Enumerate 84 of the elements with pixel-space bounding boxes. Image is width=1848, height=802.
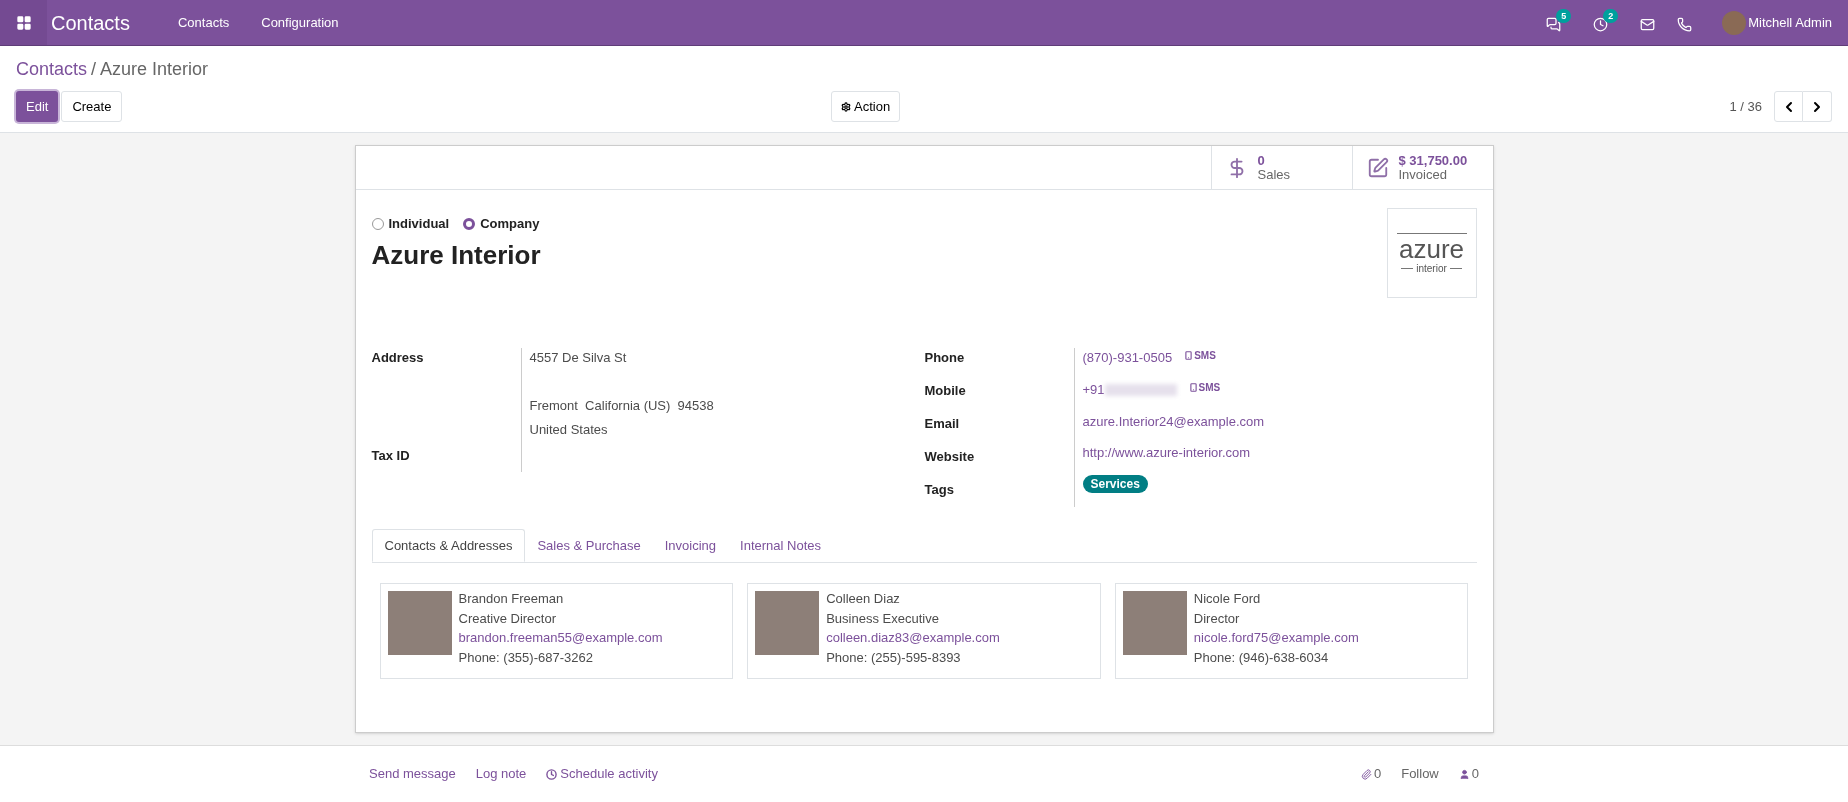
contact-email[interactable]: nicole.ford75@example.com xyxy=(1193,628,1359,648)
apps-menu-button[interactable] xyxy=(0,0,47,45)
logo-subword: interior xyxy=(1416,263,1447,274)
contact-card[interactable]: Brandon Freeman Creative Director brandon.freeman55@example.com Phone: (355)-687-3262 xyxy=(379,583,734,679)
stat-button[interactable]: 0 Sales xyxy=(1210,146,1352,189)
chatter-action-link[interactable]: Send message xyxy=(369,764,456,784)
radio-button[interactable] xyxy=(371,217,384,230)
field-label: Tags xyxy=(924,481,955,499)
count-badge: 2 xyxy=(1603,9,1619,23)
contact-title: Director xyxy=(1193,609,1241,628)
gear-icon xyxy=(841,101,851,112)
previous-button[interactable] xyxy=(1774,91,1803,122)
chat-icon[interactable] xyxy=(1546,17,1562,32)
radio-option[interactable]: Individual xyxy=(371,214,450,234)
stat-value: 0 xyxy=(1257,153,1266,168)
stat-button[interactable]: $ 31,750.00 Invoiced xyxy=(1351,146,1493,189)
record-title: Azure Interior xyxy=(371,238,542,272)
user-name[interactable]: Mitchell Admin xyxy=(1748,12,1832,33)
address-line: United States xyxy=(529,421,609,439)
sms-link[interactable]: SMS xyxy=(1188,379,1221,395)
contact-title: Business Executive xyxy=(826,609,940,628)
sms-link[interactable]: SMS xyxy=(1184,348,1216,363)
notebook-tab[interactable]: Invoicing xyxy=(652,529,729,562)
grid-icon xyxy=(15,14,32,31)
phone-icon xyxy=(1188,382,1198,392)
clock-icon xyxy=(546,768,558,780)
field-label: Tax ID xyxy=(371,447,411,465)
breadcrumb-current: Azure Interior xyxy=(100,58,209,81)
field-label: Website xyxy=(924,448,976,466)
contact-email[interactable]: brandon.freeman55@example.com xyxy=(458,628,663,648)
breadcrumb-link[interactable]: Contacts xyxy=(16,56,88,83)
field-link[interactable]: (870)-931-0505 xyxy=(1082,348,1173,368)
field-label: Address xyxy=(371,349,425,367)
contact-phone: Phone: (946)-638-6034 xyxy=(1193,648,1330,667)
contact-phone: Phone: (355)-687-3262 xyxy=(458,648,594,667)
contact-card[interactable]: Nicole Ford Director nicole.ford75@example.com Phone: (946)-638-6034 xyxy=(1114,583,1469,679)
tag-pill: Services xyxy=(1082,475,1148,494)
photo-placeholder xyxy=(1122,591,1187,655)
radio-button[interactable] xyxy=(463,217,476,230)
field-link[interactable]: azure.Interior24@example.com xyxy=(1082,411,1265,432)
contact-name: Colleen Diaz xyxy=(826,590,901,608)
contact-phone: Phone: (255)-595-8393 xyxy=(826,648,962,667)
stat-label: Invoiced xyxy=(1398,167,1447,182)
field-label: Email xyxy=(924,415,961,433)
mail-icon[interactable] xyxy=(1640,17,1656,32)
phone-icon xyxy=(1184,351,1194,360)
follow-button[interactable]: Follow xyxy=(1401,764,1439,784)
app-name: Contacts xyxy=(51,10,130,36)
secondary-button[interactable]: Create xyxy=(61,91,123,122)
contact-name: Nicole Ford xyxy=(1193,590,1262,608)
photo-placeholder xyxy=(755,591,820,655)
contact-name: Brandon Freeman xyxy=(458,590,565,608)
pager-value: 1 / 36 xyxy=(1729,97,1762,116)
count-badge: 5 xyxy=(1556,9,1572,23)
contact-email[interactable]: colleen.diaz83@example.com xyxy=(826,628,1000,648)
field-link[interactable]: +91 xyxy=(1082,379,1105,400)
logo-word: azure xyxy=(1398,233,1464,264)
address-line: Fremont California (US) 94538 xyxy=(529,397,715,415)
stat-label: Sales xyxy=(1257,167,1291,182)
field-link[interactable]: http://www.azure-interior.com xyxy=(1082,443,1251,463)
invoice-icon xyxy=(1366,156,1389,179)
notebook-tab[interactable]: Sales & Purchase xyxy=(525,529,653,562)
field-label: Mobile xyxy=(924,382,967,400)
paperclip-icon xyxy=(1360,768,1372,780)
next-button[interactable] xyxy=(1803,91,1832,122)
radio-option[interactable]: Company xyxy=(463,214,540,234)
chatter-action-link[interactable]: Log note xyxy=(475,764,527,784)
contact-title: Creative Director xyxy=(458,609,558,628)
primary-button[interactable]: Edit xyxy=(16,91,59,122)
field-label: Phone xyxy=(924,349,966,367)
user-icon xyxy=(1458,768,1470,780)
notebook-tab[interactable]: Internal Notes xyxy=(728,529,833,562)
followers-button[interactable]: 0 xyxy=(1458,764,1479,784)
action-button[interactable]: Action xyxy=(831,91,901,122)
address-line: 4557 De Silva St xyxy=(529,349,628,367)
photo-placeholder xyxy=(387,591,452,655)
menu-item[interactable]: Configuration xyxy=(245,12,355,33)
stat-value: $ 31,750.00 xyxy=(1398,153,1468,168)
contact-card[interactable]: Colleen Diaz Business Executive colleen.diaz83@example.com Phone: (255)-595-8393 xyxy=(747,583,1101,679)
menu-item[interactable]: Contacts xyxy=(161,12,246,33)
notebook-tab[interactable]: Contacts & Addresses xyxy=(371,529,526,562)
breadcrumb-separator: / xyxy=(91,58,97,81)
attachments-button[interactable]: 0 xyxy=(1360,764,1382,784)
chatter-action-link[interactable]: Schedule activity xyxy=(546,764,658,784)
